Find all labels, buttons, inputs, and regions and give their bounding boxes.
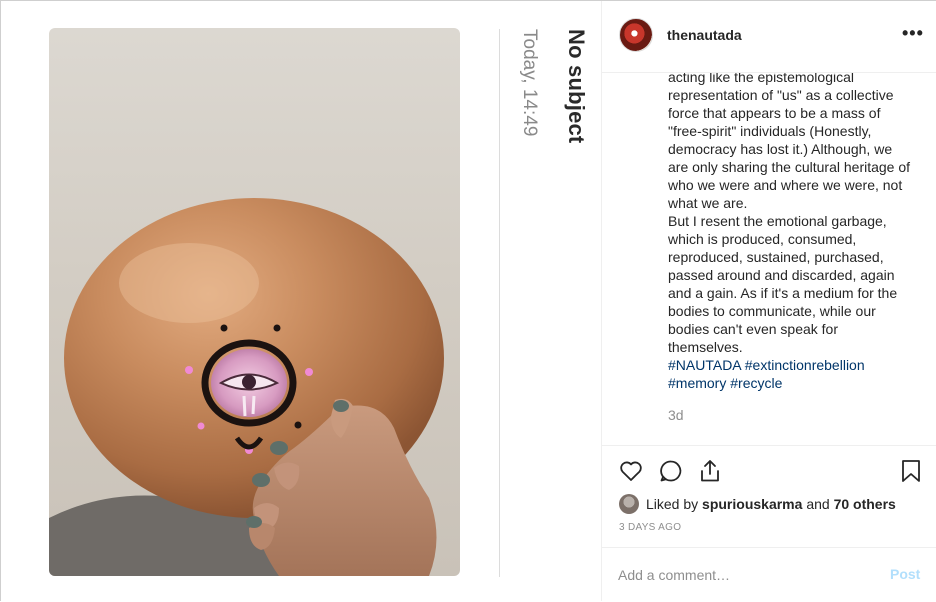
caption-line: who we were and where we were, not: [668, 177, 903, 193]
others-count-link[interactable]: 70 others: [834, 496, 896, 512]
post-timestamp[interactable]: 3 DAYS AGO: [619, 522, 681, 533]
bookmark-icon[interactable]: [898, 458, 924, 484]
caption-line: representation of "us" as a collective: [668, 87, 894, 103]
comment-input[interactable]: [618, 564, 878, 586]
liked-by-and: and: [806, 496, 830, 512]
caption-line: "free-spirit" individuals (Honestly,: [668, 123, 872, 139]
hashtags-line: #memory #recycle: [668, 374, 930, 392]
caption-line: bodies can't even speak for: [668, 321, 839, 337]
caption-line: which is produced, consumed,: [668, 231, 857, 247]
comment-age[interactable]: 3d: [668, 407, 684, 423]
liker-username[interactable]: spuriouskarma: [702, 496, 802, 512]
caption-line: themselves.: [668, 339, 743, 355]
caption-line: acting like the epistemological: [668, 73, 854, 85]
more-options-icon[interactable]: •••: [902, 23, 924, 44]
caption-line: bodies to communicate, while our: [668, 303, 876, 319]
caption-line: and a gain. As if it's a medium for the: [668, 285, 898, 301]
hashtag-link[interactable]: #NAUTADA: [668, 357, 741, 373]
caption-line: force that appears to be a mass of: [668, 105, 881, 121]
mail-time: Today, 14:49: [519, 29, 540, 137]
comment-form: Post: [602, 547, 936, 602]
comment-icon[interactable]: [658, 458, 684, 484]
share-icon[interactable]: [697, 458, 723, 484]
hashtag-link[interactable]: #recycle: [730, 375, 782, 391]
caption-line: democracy has lost it.) Although, we: [668, 141, 893, 157]
heart-icon[interactable]: [618, 458, 644, 484]
mail-divider: [499, 29, 500, 577]
hashtag-link[interactable]: #memory: [668, 375, 726, 391]
liker-avatar[interactable]: [619, 494, 639, 514]
post-actions: Liked by spuriouskarma and 70 others 3 D…: [602, 445, 936, 548]
username-link[interactable]: thenautada: [667, 27, 742, 43]
caption-line: passed around and discarded, again: [668, 267, 895, 283]
avatar[interactable]: [619, 18, 653, 52]
post-side-panel: thenautada ••• acting like the epistemol…: [601, 1, 936, 601]
caption-line: are only sharing the cultural heritage o…: [668, 159, 911, 175]
mail-subject: No subject: [564, 29, 589, 144]
caption-line: But I resent the emotional garbage,: [668, 213, 887, 229]
hashtag-link[interactable]: #extinctionrebellion: [745, 357, 865, 373]
caption-line: what we are.: [668, 195, 748, 211]
liked-by-prefix: Liked by: [646, 496, 699, 512]
post-header: thenautada •••: [602, 1, 936, 73]
post-photo[interactable]: [49, 28, 460, 576]
post-comment-button[interactable]: Post: [890, 566, 920, 582]
post-media[interactable]: No subject Today, 14:49: [1, 1, 600, 601]
caption-line: reproduced, sustained, purchased,: [668, 249, 884, 265]
caption-scroll-area[interactable]: acting like the epistemological represen…: [602, 73, 936, 445]
balloon-eye-illustration: [49, 198, 444, 576]
hashtags-line: #NAUTADA #extinctionrebellion: [668, 356, 930, 374]
post-caption: acting like the epistemological represen…: [668, 73, 930, 392]
liked-by-text: Liked by spuriouskarma and 70 others: [646, 496, 896, 512]
